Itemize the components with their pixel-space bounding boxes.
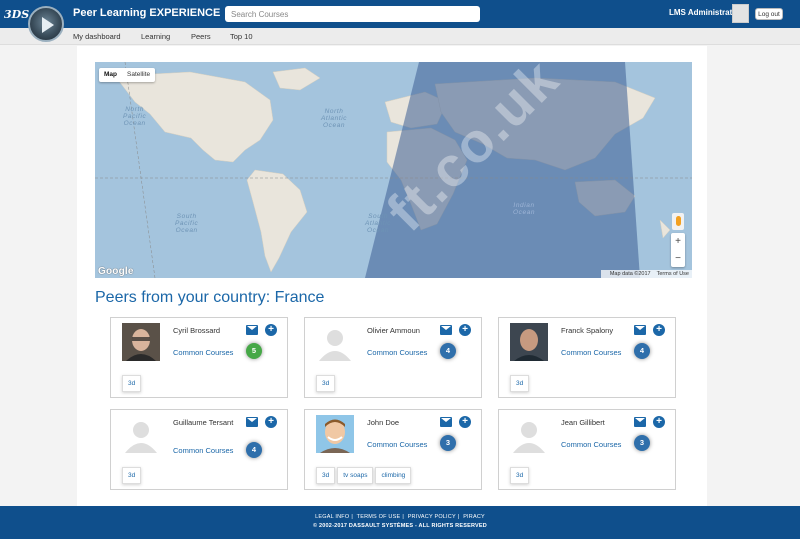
footer-link-privacy-policy[interactable]: PRIVACY POLICY — [408, 514, 456, 520]
common-courses-count: 4 — [634, 343, 650, 359]
peer-name[interactable]: Jean Gillibert — [561, 417, 629, 428]
user-avatar[interactable] — [732, 4, 749, 23]
search-input[interactable] — [225, 6, 480, 22]
map-type-map-button[interactable]: Map — [99, 68, 122, 81]
ocean-label-south-pacific: South Pacific Ocean — [175, 213, 199, 234]
add-icon[interactable]: + — [265, 416, 277, 428]
map-terms-link[interactable]: Terms of Use — [657, 271, 689, 277]
map-graphic — [95, 62, 692, 278]
peer-photo[interactable] — [122, 323, 160, 361]
common-courses-link[interactable]: Common Courses — [173, 348, 233, 357]
peer-card: John Doe + Common Courses 3 3d tv soaps cl… — [304, 409, 482, 490]
add-icon[interactable]: + — [653, 324, 665, 336]
nav-item-learning[interactable]: Learning — [141, 32, 170, 41]
peer-name[interactable]: Cyril Brossard — [173, 325, 241, 336]
mail-icon[interactable] — [246, 325, 258, 335]
peer-card: Franck Spalony + Common Courses 4 3d — [498, 317, 676, 398]
tag-3d[interactable]: 3d — [316, 375, 336, 392]
footer-link-legal-info[interactable]: LEGAL INFO — [315, 514, 349, 520]
top-header: 3DS Peer Learning EXPERIENCE LMS Adminis… — [0, 0, 800, 28]
peer-photo-placeholder[interactable] — [510, 415, 548, 453]
add-icon[interactable]: + — [653, 416, 665, 428]
map-type-satellite-button[interactable]: Satellite — [122, 68, 155, 81]
logout-button[interactable]: Log out — [755, 8, 783, 20]
footer-copyright: © 2002-2017 DASSAULT SYSTÈMES - ALL RIGH… — [313, 523, 487, 529]
main-nav: My dashboard Learning Peers Top 10 — [0, 28, 800, 45]
nav-item-top-10[interactable]: Top 10 — [230, 32, 253, 41]
app-title[interactable]: Peer Learning EXPERIENCE — [73, 7, 220, 19]
tag-climbing[interactable]: climbing — [375, 467, 412, 484]
peer-name[interactable]: John Doe — [367, 417, 435, 428]
tag-3d[interactable]: 3d — [316, 467, 336, 484]
section-title: Peers from your country: France — [95, 289, 325, 306]
peer-photo[interactable] — [316, 415, 354, 453]
peer-card: Olivier Ammoun + Common Courses 4 3d — [304, 317, 482, 398]
common-courses-count: 3 — [440, 435, 456, 451]
add-icon[interactable]: + — [459, 416, 471, 428]
peer-name[interactable]: Olivier Ammoun — [367, 325, 435, 336]
map-attribution: Map data ©2017 Terms of Use — [600, 270, 692, 278]
common-courses-link[interactable]: Common Courses — [367, 440, 427, 449]
google-logo[interactable]: Google — [98, 266, 134, 277]
common-courses-link[interactable]: Common Courses — [367, 348, 427, 357]
peer-photo-placeholder[interactable] — [122, 415, 160, 453]
mail-icon[interactable] — [634, 325, 646, 335]
peer-card: Cyril Brossard + Common Courses 5 3d — [110, 317, 288, 398]
tags-list: 3d — [510, 372, 531, 392]
map-data-label: Map data ©2017 — [609, 271, 651, 277]
ocean-label-indian: Indian Ocean — [513, 202, 536, 216]
footer-links: LEGAL INFO | TERMS OF USE | PRIVACY POLICY… — [315, 514, 485, 520]
tags-list: 3d tv soaps climbing — [316, 464, 413, 484]
ocean-label-south-atlantic: South Atlantic Ocean — [365, 213, 392, 234]
peer-name[interactable]: Guillaume Tersant — [173, 417, 241, 428]
common-courses-count: 4 — [246, 442, 262, 458]
tag-3d[interactable]: 3d — [510, 375, 530, 392]
mail-icon[interactable] — [246, 417, 258, 427]
peer-photo-placeholder[interactable] — [316, 323, 354, 361]
footer: LEGAL INFO | TERMS OF USE | PRIVACY POLICY… — [0, 506, 800, 539]
mail-icon[interactable] — [440, 325, 452, 335]
app-badge-icon[interactable] — [28, 6, 64, 42]
zoom-control: + − — [671, 233, 685, 267]
tags-list: 3d — [316, 372, 337, 392]
zoom-in-button[interactable]: + — [671, 233, 685, 250]
peer-photo[interactable] — [510, 323, 548, 361]
tag-3d[interactable]: 3d — [122, 467, 142, 484]
add-icon[interactable]: + — [265, 324, 277, 336]
common-courses-count: 4 — [440, 343, 456, 359]
add-icon[interactable]: + — [459, 324, 471, 336]
footer-link-piracy[interactable]: PIRACY — [463, 514, 485, 520]
peer-name[interactable]: Franck Spalony — [561, 325, 629, 336]
zoom-out-button[interactable]: − — [671, 250, 685, 267]
play-icon — [42, 17, 54, 33]
tags-list: 3d — [122, 464, 143, 484]
nav-item-peers[interactable]: Peers — [191, 32, 211, 41]
tag-3d[interactable]: 3d — [510, 467, 530, 484]
ocean-label-north-pacific: North Pacific Ocean — [123, 106, 147, 127]
common-courses-link[interactable]: Common Courses — [561, 348, 621, 357]
tags-list: 3d — [122, 372, 143, 392]
tag-tv-soaps[interactable]: tv soaps — [337, 467, 374, 484]
common-courses-link[interactable]: Common Courses — [173, 446, 233, 455]
map-type-control: Map Satellite — [99, 68, 156, 82]
nav-item-my-dashboard[interactable]: My dashboard — [73, 32, 121, 41]
common-courses-count: 5 — [246, 343, 262, 359]
common-courses-link[interactable]: Common Courses — [561, 440, 621, 449]
common-courses-count: 3 — [634, 435, 650, 451]
peer-card: Guillaume Tersant + Common Courses 4 3d — [110, 409, 288, 490]
world-map[interactable]: North Pacific Ocean North Atlantic Ocean Sou… — [95, 62, 692, 278]
footer-link-terms-of-use[interactable]: TERMS OF USE — [357, 514, 401, 520]
mail-icon[interactable] — [634, 417, 646, 427]
ocean-label-north-atlantic: North Atlantic Ocean — [321, 108, 348, 129]
user-name[interactable]: LMS Administrator — [669, 8, 740, 17]
brand-logo[interactable]: 3DS — [4, 8, 29, 21]
peer-card: Jean Gillibert + Common Courses 3 3d — [498, 409, 676, 490]
street-view-pegman-icon[interactable] — [672, 213, 684, 230]
tags-list: 3d — [510, 464, 531, 484]
mail-icon[interactable] — [440, 417, 452, 427]
tag-3d[interactable]: 3d — [122, 375, 142, 392]
